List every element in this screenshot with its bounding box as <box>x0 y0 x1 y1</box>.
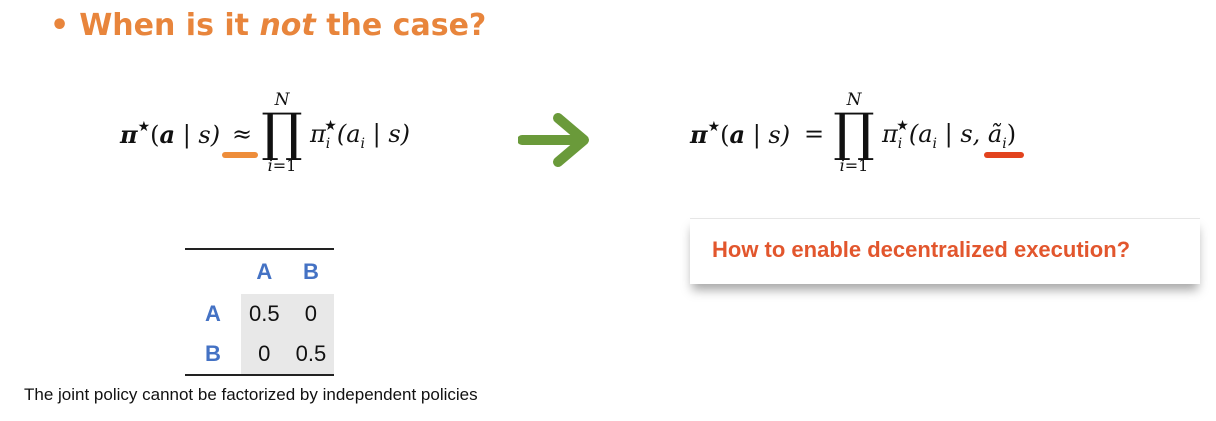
eq-right-rhs-star: ★ <box>896 118 909 134</box>
eq-left-rhs-args-sub: i <box>360 136 365 152</box>
product-right: N ∏ i=1 <box>830 90 878 176</box>
right-arrow-icon <box>518 113 589 167</box>
heading-prefix: When is it <box>79 8 260 43</box>
matrix-row: A 0.5 0 <box>185 294 335 334</box>
eq-right-rhs-args-mid: | s, <box>936 120 988 148</box>
matrix-cell: 0.5 <box>241 294 288 334</box>
eq-left-star: ★ <box>137 119 151 135</box>
eq-right-open: ( <box>720 121 730 149</box>
matrix-caption: The joint policy cannot be factorized by… <box>24 385 478 404</box>
eq-left-rhs-star: ★ <box>324 118 337 134</box>
eq-right-rhs-args-sub: i <box>932 136 937 152</box>
joint-policy-matrix: A B A 0.5 0 B 0 0.5 <box>185 248 335 376</box>
product-left-lower-rest: =1 <box>272 156 297 175</box>
heading-suffix: the case? <box>315 8 487 43</box>
bullet-icon: • <box>50 8 70 43</box>
eq-right-rhs-tilde: ã <box>987 120 1003 148</box>
eq-right-a: a <box>729 120 746 149</box>
product-left: N ∏ i=1 <box>258 90 306 176</box>
equation-left-rhs: πi★(ai | s) <box>310 118 411 152</box>
matrix-cell: 0 <box>287 294 335 334</box>
eq-right-rhs-tilde-sub: i <box>1002 136 1007 152</box>
eq-right-rhs-close: ) <box>1006 120 1017 148</box>
matrix-cell: 0.5 <box>287 334 335 376</box>
slide-heading: • When is it not the case? <box>50 8 486 43</box>
matrix-col-header: A <box>241 248 288 294</box>
eq-left-a: a <box>159 120 176 149</box>
eq-right-star: ★ <box>707 119 721 135</box>
approx-highlight-mark <box>222 152 258 158</box>
eq-left-open: ( <box>150 121 160 149</box>
tilde-highlight-mark <box>984 152 1024 158</box>
equation-right-rhs: πi★(ai | s, ãi) <box>882 118 1017 152</box>
matrix-cell: 0 <box>241 334 288 376</box>
matrix-row: B 0 0.5 <box>185 334 335 376</box>
matrix-header-row: A B <box>185 248 335 294</box>
equation-right-lhs: π★(a | s) <box>690 119 791 149</box>
eq-left-s: | s) <box>175 121 221 149</box>
eq-right-rhs-args: (a <box>908 120 933 148</box>
eq-right-rhs-sub: i <box>897 136 903 152</box>
eq-right-pi: π <box>690 120 708 149</box>
matrix-col-header: B <box>287 248 335 294</box>
matrix-row-label: A <box>205 301 221 326</box>
product-right-lower-rest: =1 <box>844 156 869 175</box>
equation-left-lhs: π★(a | s) <box>120 119 221 149</box>
equation-right-relation: = <box>804 120 825 148</box>
eq-left-rhs-args: (a <box>336 120 361 148</box>
equation-left-relation: ≈ <box>232 120 253 148</box>
eq-left-rhs-args-end: | s) <box>364 120 411 148</box>
matrix-row-label: B <box>185 334 241 376</box>
eq-right-s: | s) <box>745 121 791 149</box>
product-right-symbol: ∏ <box>833 103 875 163</box>
eq-left-pi: π <box>120 120 138 149</box>
callout-box: How to enable decentralized execution? <box>690 218 1200 284</box>
heading-emphasis: not <box>259 8 316 43</box>
product-left-symbol: ∏ <box>261 103 303 163</box>
eq-left-rhs-sub: i <box>325 136 331 152</box>
callout-text: How to enable decentralized execution? <box>712 237 1131 262</box>
matrix-corner <box>185 248 241 294</box>
